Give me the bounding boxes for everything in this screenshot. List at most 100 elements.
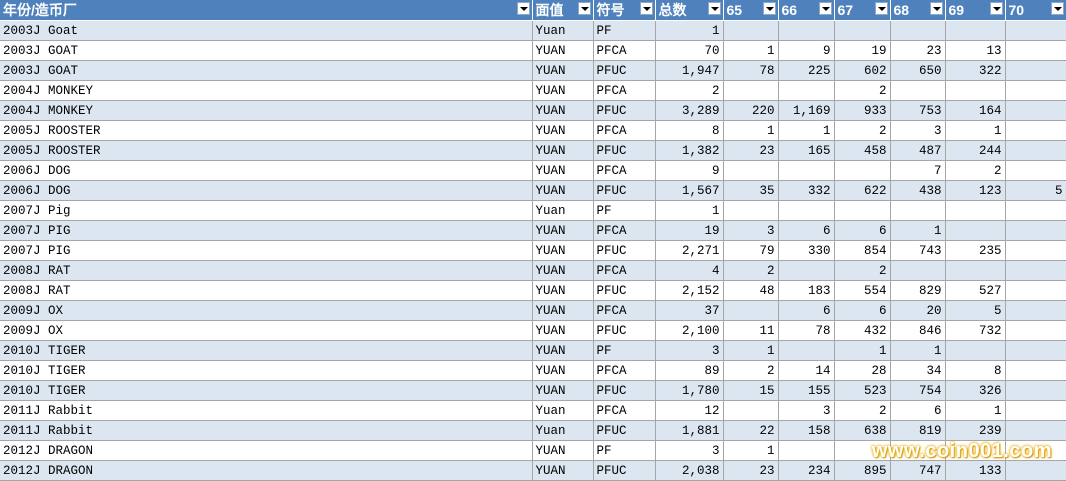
table-cell[interactable]: 48 bbox=[723, 280, 779, 301]
table-cell[interactable]: 1 bbox=[778, 120, 835, 141]
table-cell[interactable]: 622 bbox=[834, 180, 891, 201]
column-header-1[interactable]: 面值 bbox=[532, 0, 594, 21]
table-cell[interactable]: 78 bbox=[778, 320, 835, 341]
table-cell[interactable] bbox=[890, 260, 946, 281]
column-header-0[interactable]: 年份/造币厂 bbox=[0, 0, 533, 21]
column-header-8[interactable]: 69 bbox=[945, 0, 1006, 21]
table-cell[interactable] bbox=[1005, 200, 1066, 221]
table-cell[interactable]: 234 bbox=[778, 460, 835, 481]
table-cell[interactable]: 3,289 bbox=[655, 100, 724, 121]
table-cell[interactable] bbox=[945, 200, 1006, 221]
column-header-2[interactable]: 符号 bbox=[593, 0, 656, 21]
table-cell[interactable]: 1,881 bbox=[655, 420, 724, 441]
table-cell[interactable]: 37 bbox=[655, 300, 724, 321]
table-cell[interactable]: PFCA bbox=[593, 400, 656, 421]
table-cell[interactable]: 2007J PIG bbox=[0, 220, 533, 241]
table-cell[interactable]: YUAN bbox=[532, 60, 594, 81]
table-cell[interactable]: 2004J MONKEY bbox=[0, 80, 533, 101]
table-cell[interactable]: 2010J TIGER bbox=[0, 340, 533, 361]
table-cell[interactable]: 35 bbox=[723, 180, 779, 201]
table-cell[interactable]: YUAN bbox=[532, 80, 594, 101]
table-cell[interactable]: PFCA bbox=[593, 80, 656, 101]
filter-dropdown-icon[interactable] bbox=[762, 2, 776, 15]
table-cell[interactable]: 2004J MONKEY bbox=[0, 100, 533, 121]
table-cell[interactable]: 2007J Pig bbox=[0, 200, 533, 221]
table-cell[interactable]: 239 bbox=[945, 420, 1006, 441]
filter-dropdown-icon[interactable] bbox=[577, 2, 591, 15]
table-cell[interactable]: 2 bbox=[834, 120, 891, 141]
table-cell[interactable] bbox=[1005, 160, 1066, 181]
table-cell[interactable]: 2 bbox=[945, 160, 1006, 181]
table-cell[interactable] bbox=[723, 400, 779, 421]
table-cell[interactable]: 846 bbox=[890, 320, 946, 341]
table-cell[interactable]: Yuan bbox=[532, 400, 594, 421]
table-cell[interactable]: 554 bbox=[834, 280, 891, 301]
table-cell[interactable]: 819 bbox=[890, 420, 946, 441]
table-cell[interactable]: 753 bbox=[890, 100, 946, 121]
table-cell[interactable]: 2012J DRAGON bbox=[0, 460, 533, 481]
table-cell[interactable]: 2 bbox=[723, 260, 779, 281]
table-cell[interactable] bbox=[834, 200, 891, 221]
table-cell[interactable] bbox=[834, 160, 891, 181]
table-cell[interactable]: 2008J RAT bbox=[0, 280, 533, 301]
table-cell[interactable]: 70 bbox=[655, 40, 724, 61]
table-cell[interactable]: 1 bbox=[890, 340, 946, 361]
table-cell[interactable] bbox=[778, 440, 835, 461]
table-cell[interactable]: 23 bbox=[723, 460, 779, 481]
table-cell[interactable]: 6 bbox=[834, 220, 891, 241]
table-cell[interactable]: 2 bbox=[834, 80, 891, 101]
table-cell[interactable]: 1,947 bbox=[655, 60, 724, 81]
table-cell[interactable]: 23 bbox=[723, 140, 779, 161]
filter-dropdown-icon[interactable] bbox=[1050, 2, 1064, 15]
table-cell[interactable]: 78 bbox=[723, 60, 779, 81]
table-cell[interactable]: 8 bbox=[945, 360, 1006, 381]
table-cell[interactable]: PFCA bbox=[593, 220, 656, 241]
table-cell[interactable]: 2011J Rabbit bbox=[0, 400, 533, 421]
column-header-3[interactable]: 总数 bbox=[655, 0, 724, 21]
table-cell[interactable]: 19 bbox=[834, 40, 891, 61]
table-cell[interactable] bbox=[1005, 260, 1066, 281]
table-cell[interactable]: 183 bbox=[778, 280, 835, 301]
table-cell[interactable] bbox=[778, 160, 835, 181]
table-cell[interactable]: 732 bbox=[945, 320, 1006, 341]
table-cell[interactable]: 6 bbox=[778, 220, 835, 241]
table-cell[interactable]: PFUC bbox=[593, 380, 656, 401]
table-cell[interactable]: 2 bbox=[834, 260, 891, 281]
column-header-4[interactable]: 65 bbox=[723, 0, 779, 21]
filter-dropdown-icon[interactable] bbox=[874, 2, 888, 15]
table-cell[interactable] bbox=[1005, 460, 1066, 481]
table-cell[interactable]: 2005J ROOSTER bbox=[0, 140, 533, 161]
table-cell[interactable] bbox=[1005, 220, 1066, 241]
table-cell[interactable]: 650 bbox=[890, 60, 946, 81]
table-cell[interactable]: 89 bbox=[655, 360, 724, 381]
table-cell[interactable]: 14 bbox=[778, 360, 835, 381]
table-cell[interactable] bbox=[1005, 360, 1066, 381]
table-cell[interactable]: 2003J GOAT bbox=[0, 60, 533, 81]
table-cell[interactable] bbox=[945, 220, 1006, 241]
table-cell[interactable]: 9 bbox=[655, 160, 724, 181]
table-cell[interactable]: YUAN bbox=[532, 280, 594, 301]
table-cell[interactable]: 638 bbox=[834, 420, 891, 441]
table-cell[interactable]: Yuan bbox=[532, 20, 594, 41]
table-cell[interactable]: PFCA bbox=[593, 120, 656, 141]
table-cell[interactable]: 4 bbox=[655, 260, 724, 281]
table-cell[interactable]: YUAN bbox=[532, 380, 594, 401]
table-cell[interactable]: YUAN bbox=[532, 100, 594, 121]
table-cell[interactable]: YUAN bbox=[532, 320, 594, 341]
table-cell[interactable]: 2009J OX bbox=[0, 320, 533, 341]
table-cell[interactable]: YUAN bbox=[532, 260, 594, 281]
table-cell[interactable]: YUAN bbox=[532, 360, 594, 381]
table-cell[interactable]: 15 bbox=[723, 380, 779, 401]
table-cell[interactable] bbox=[1005, 340, 1066, 361]
table-cell[interactable]: 326 bbox=[945, 380, 1006, 401]
table-cell[interactable]: 2006J DOG bbox=[0, 180, 533, 201]
table-cell[interactable] bbox=[778, 340, 835, 361]
table-cell[interactable]: 458 bbox=[834, 140, 891, 161]
table-cell[interactable] bbox=[723, 160, 779, 181]
table-cell[interactable]: 2,100 bbox=[655, 320, 724, 341]
table-cell[interactable]: 5 bbox=[945, 300, 1006, 321]
table-cell[interactable]: PFUC bbox=[593, 420, 656, 441]
table-cell[interactable]: 5 bbox=[1005, 180, 1066, 201]
table-cell[interactable] bbox=[945, 340, 1006, 361]
table-cell[interactable]: 1 bbox=[723, 40, 779, 61]
